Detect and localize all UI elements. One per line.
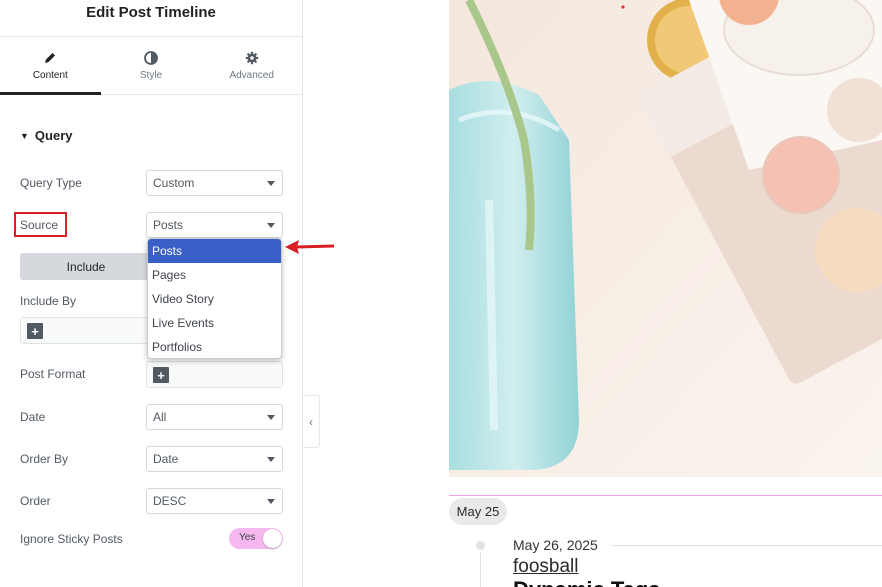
date-label: Date [20, 410, 46, 424]
chevron-down-icon [267, 457, 275, 462]
timeline-dot [476, 541, 485, 550]
dropdown-option-live-events[interactable]: Live Events [148, 311, 281, 335]
order-by-select[interactable]: Date [146, 446, 283, 472]
include-tab-button[interactable]: Include [20, 253, 152, 280]
panel-tabs: Content Style Advanced [0, 37, 302, 95]
chevron-down-icon [267, 181, 275, 186]
dropdown-option-portfolios[interactable]: Portfolios [148, 335, 281, 358]
order-by-value: Date [153, 452, 179, 466]
timeline-line [480, 552, 481, 587]
post-featured-image [449, 0, 882, 477]
source-label: Source [20, 218, 59, 232]
post-subtitle: Dynamic Tags [513, 577, 661, 587]
order-by-label: Order By [20, 452, 69, 466]
tab-content-label: Content [32, 69, 68, 81]
toggle-knob [263, 529, 282, 548]
panel-title: Edit Post Timeline [86, 3, 216, 21]
date-badge: May 25 [449, 498, 507, 525]
chevron-down-icon [267, 223, 275, 228]
chevron-down-icon [267, 415, 275, 420]
ignore-sticky-label: Ignore Sticky Posts [20, 532, 123, 546]
order-select[interactable]: DESC [146, 488, 283, 514]
source-dropdown-list: Posts Pages Video Story Live Events Port… [147, 238, 282, 359]
query-type-value: Custom [153, 176, 195, 190]
annotation-arrow-icon [285, 240, 335, 254]
post-title-link[interactable]: foosball [513, 556, 579, 578]
post-format-label: Post Format [20, 367, 86, 381]
plus-icon[interactable]: + [27, 323, 43, 339]
date-select[interactable]: All [146, 404, 283, 430]
gear-icon [245, 51, 258, 64]
chevron-left-icon: ‹ [309, 414, 313, 429]
include-by-label: Include By [20, 294, 77, 308]
half-circle-icon [144, 50, 158, 65]
caret-down-icon: ▼ [20, 130, 29, 141]
tab-style[interactable]: Style [101, 37, 202, 94]
toggle-yes-label: Yes [239, 532, 256, 543]
query-type-select[interactable]: Custom [146, 170, 283, 196]
source-select[interactable]: Posts [146, 212, 283, 238]
order-label: Order [20, 494, 51, 508]
source-value: Posts [153, 218, 184, 232]
panel-header: Edit Post Timeline [0, 0, 302, 37]
plus-icon[interactable]: + [153, 367, 169, 383]
dropdown-option-video-story[interactable]: Video Story [148, 287, 281, 311]
order-value: DESC [153, 494, 187, 508]
ignore-sticky-toggle[interactable]: Yes [229, 528, 283, 549]
post-format-field[interactable]: + [146, 361, 283, 388]
tab-content[interactable]: Content [0, 37, 101, 95]
dropdown-option-pages[interactable]: Pages [148, 263, 281, 287]
include-by-field[interactable]: + [20, 317, 150, 344]
panel-collapse-handle[interactable]: ‹ [303, 395, 320, 448]
dropdown-option-posts[interactable]: Posts [148, 239, 281, 263]
chevron-down-icon [267, 499, 275, 504]
query-section-toggle[interactable]: ▼ Query [20, 128, 73, 143]
timeline-divider [449, 495, 882, 496]
tab-advanced[interactable]: Advanced [201, 37, 302, 94]
cosmetics-photo [449, 0, 882, 477]
post-date-rule [611, 545, 882, 546]
pencil-icon [45, 52, 56, 63]
post-date: May 26, 2025 [513, 537, 598, 553]
section-title: Query [34, 128, 73, 143]
tab-advanced-label: Advanced [229, 69, 274, 81]
tab-style-label: Style [139, 69, 163, 81]
query-type-label: Query Type [20, 176, 82, 190]
date-value: All [153, 410, 167, 424]
editor-panel: Edit Post Timeline Content Style Advance… [0, 0, 303, 587]
